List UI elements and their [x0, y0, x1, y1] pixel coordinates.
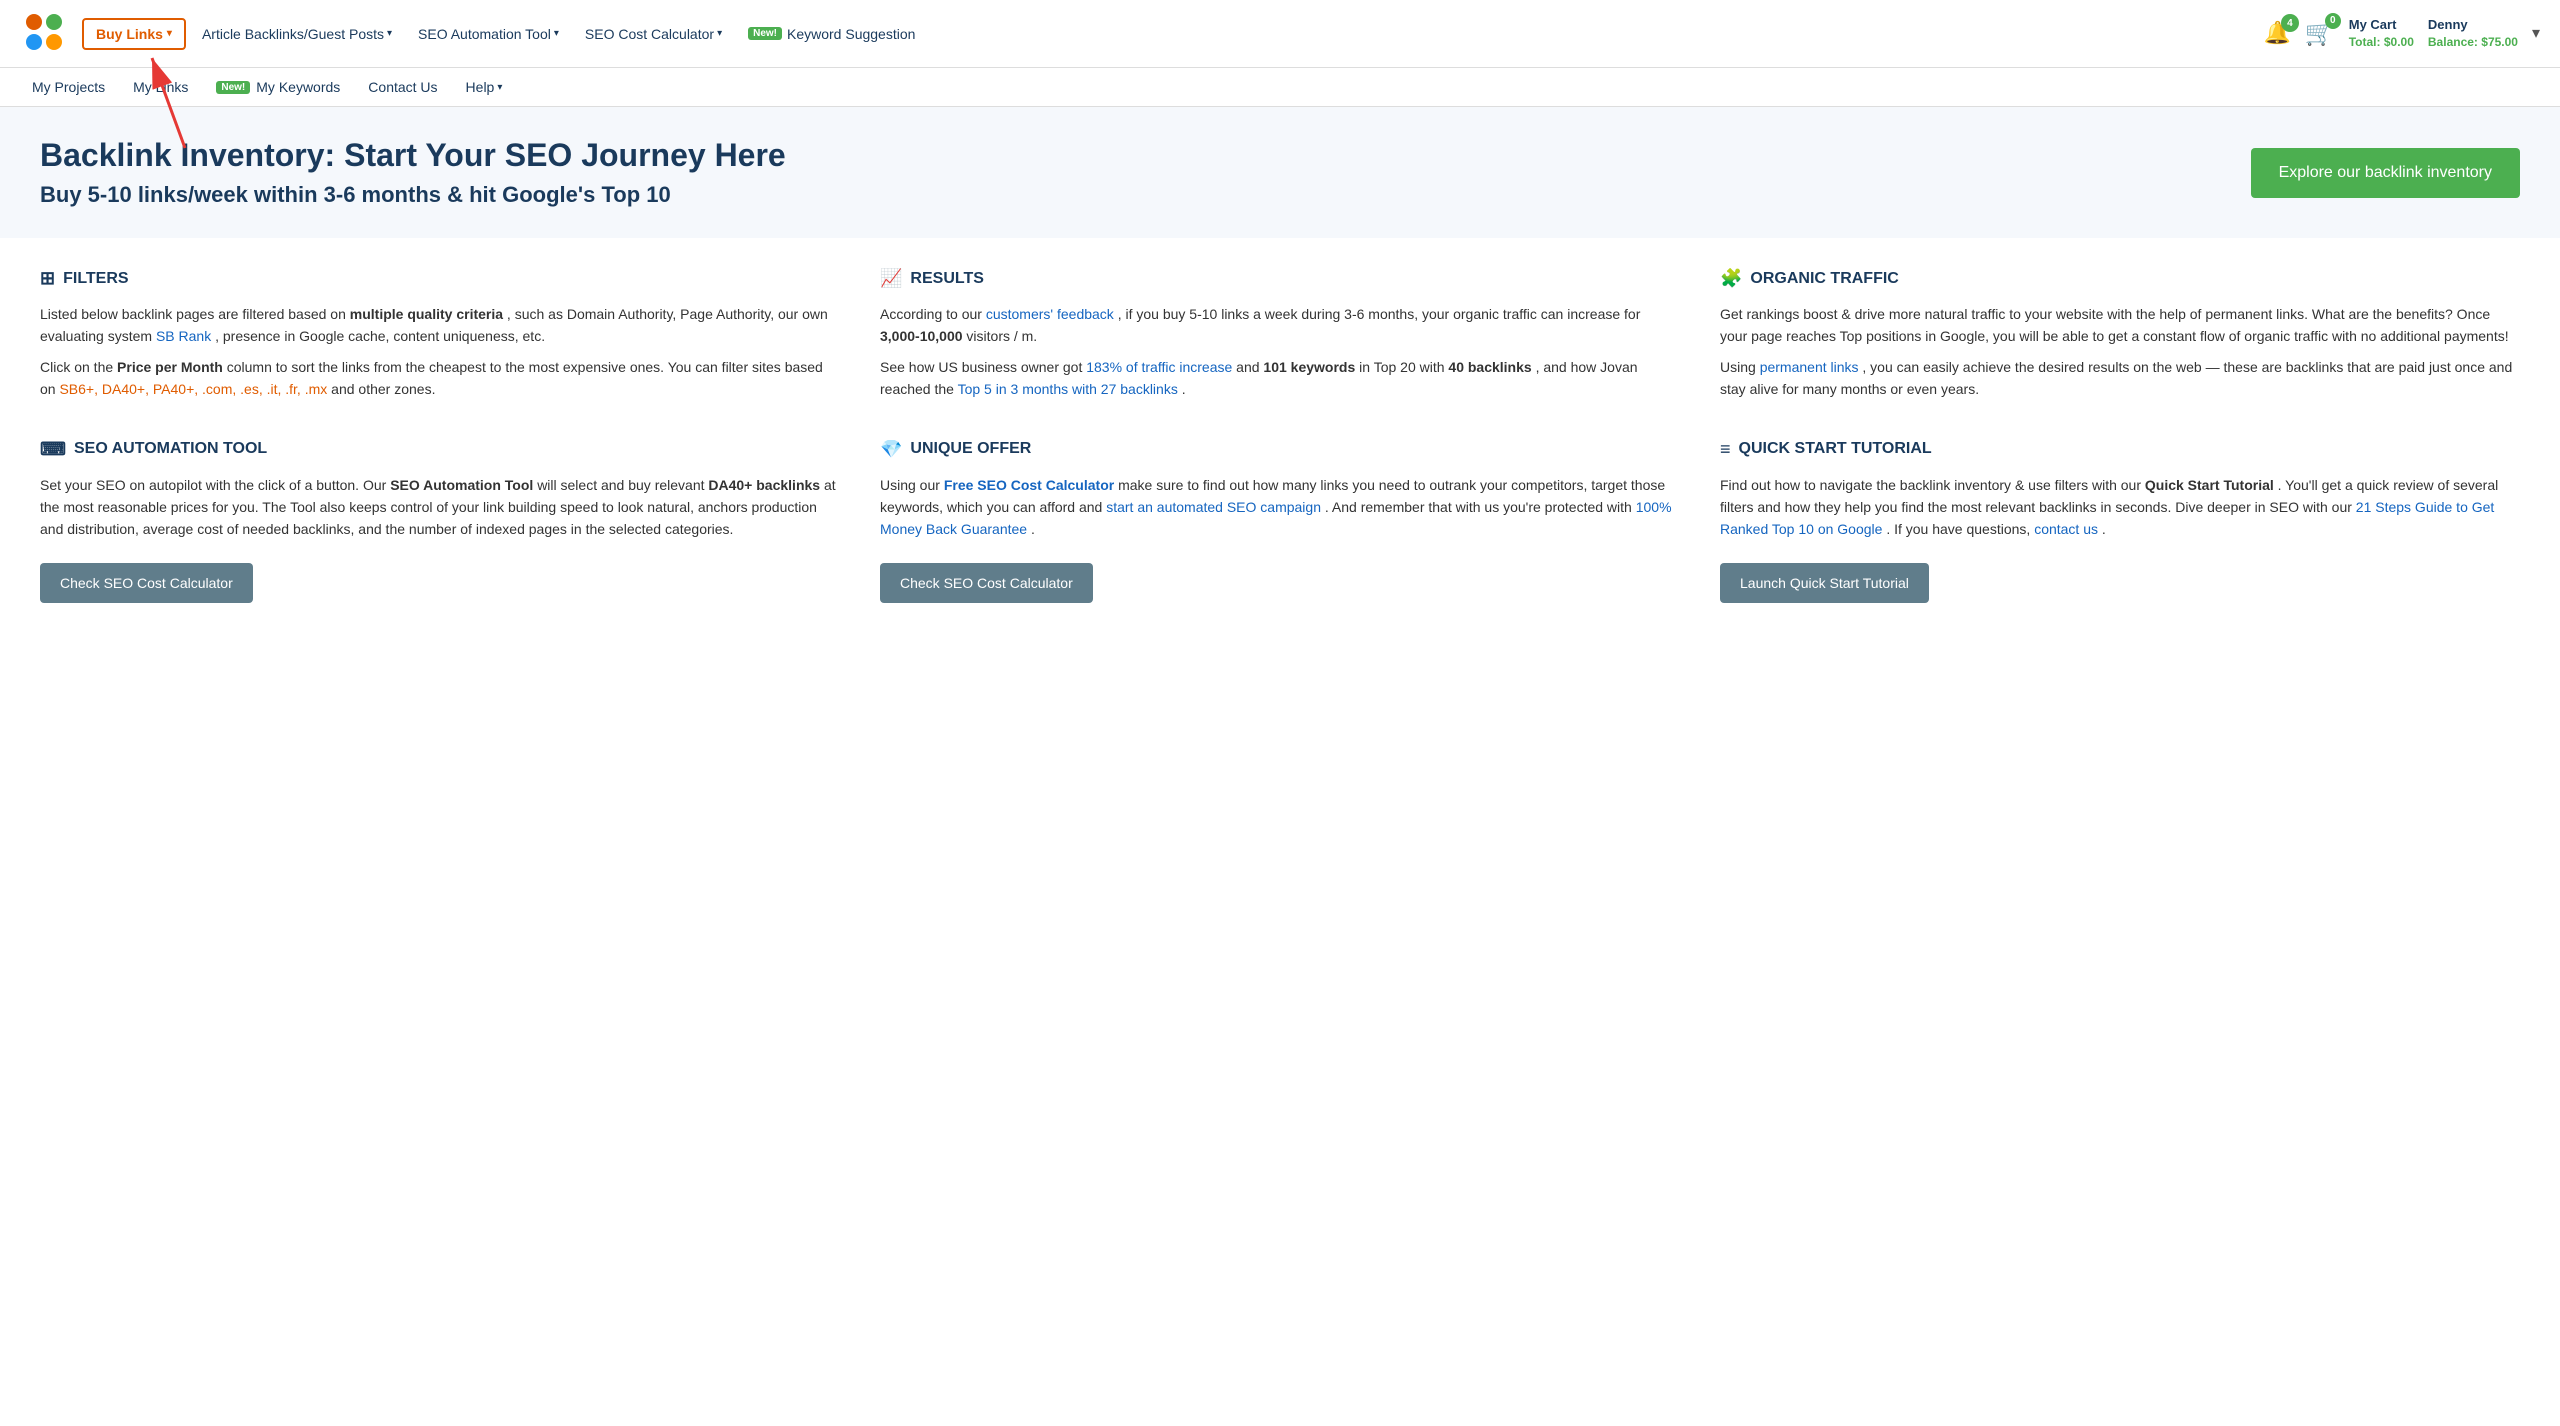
- permanent-links-link[interactable]: permanent links: [1760, 359, 1859, 375]
- balance-value: $75.00: [2481, 35, 2518, 49]
- my-keywords-nav[interactable]: New! My Keywords: [204, 74, 352, 100]
- hero-subtitle: Buy 5-10 links/week within 3-6 months & …: [40, 182, 786, 208]
- help-nav[interactable]: Help ▾: [454, 74, 515, 100]
- notification-bell[interactable]: 🔔 4: [2263, 20, 2290, 46]
- filters-section: ⊞ FILTERS Listed below backlink pages ar…: [40, 268, 840, 409]
- launch-tutorial-button[interactable]: Launch Quick Start Tutorial: [1720, 563, 1929, 603]
- my-projects-nav[interactable]: My Projects: [20, 74, 117, 100]
- main-content: ⊞ FILTERS Listed below backlink pages ar…: [0, 238, 2560, 633]
- top-navigation: Buy Links ▾ Article Backlinks/Guest Post…: [0, 0, 2560, 68]
- filters-icon: ⊞: [40, 268, 55, 289]
- filters-title: ⊞ FILTERS: [40, 268, 840, 289]
- notification-area: 🔔 4 🛒 0 My Cart Total: $0.00 Denny Balan…: [2263, 16, 2540, 51]
- cart-count: 0: [2325, 13, 2341, 29]
- filters-body: Listed below backlink pages are filtered…: [40, 303, 840, 401]
- quick-start-icon: ≡: [1720, 439, 1731, 460]
- article-backlinks-nav[interactable]: Article Backlinks/Guest Posts ▾: [192, 20, 402, 48]
- seo-automation-icon: ⌨: [40, 439, 66, 460]
- quick-start-section: ≡ QUICK START TUTORIAL Find out how to n…: [1720, 439, 2520, 603]
- seo-automation-section: ⌨ SEO AUTOMATION TOOL Set your SEO on au…: [40, 439, 840, 603]
- user-name: Denny: [2428, 16, 2518, 34]
- seo-cost-calculator-nav[interactable]: SEO Cost Calculator ▾: [575, 20, 732, 48]
- seo-automation-title: ⌨ SEO AUTOMATION TOOL: [40, 439, 840, 460]
- results-icon: 📈: [880, 268, 902, 289]
- second-navigation: My Projects My Links New! My Keywords Co…: [0, 68, 2560, 107]
- my-cart-label: My Cart: [2349, 16, 2414, 34]
- unique-offer-icon: 💎: [880, 439, 902, 460]
- results-body: According to our customers' feedback , i…: [880, 303, 1680, 401]
- my-links-nav[interactable]: My Links: [121, 74, 200, 100]
- keyword-suggestion-nav[interactable]: New! Keyword Suggestion: [738, 20, 925, 48]
- cart-icon-wrap[interactable]: 🛒 0: [2305, 19, 2335, 48]
- hero-section: Backlink Inventory: Start Your SEO Journ…: [0, 107, 2560, 238]
- quick-start-body: Find out how to navigate the backlink in…: [1720, 474, 2520, 541]
- features-grid: ⊞ FILTERS Listed below backlink pages ar…: [40, 268, 2520, 603]
- seo-automation-nav[interactable]: SEO Automation Tool ▾: [408, 20, 569, 48]
- contact-us-nav[interactable]: Contact Us: [356, 74, 449, 100]
- customers-feedback-link[interactable]: customers' feedback: [986, 306, 1114, 322]
- hero-title: Backlink Inventory: Start Your SEO Journ…: [40, 137, 786, 174]
- organic-traffic-section: 🧩 ORGANIC TRAFFIC Get rankings boost & d…: [1720, 268, 2520, 409]
- free-calc-link[interactable]: Free SEO Cost Calculator: [944, 477, 1114, 493]
- user-info: Denny Balance: $75.00: [2428, 16, 2518, 51]
- chevron-down-icon: ▾: [167, 28, 172, 39]
- check-seo-cost-button[interactable]: Check SEO Cost Calculator: [40, 563, 253, 603]
- chevron-down-icon: ▾: [554, 28, 559, 39]
- cart-total: Total: $0.00: [2349, 34, 2414, 51]
- new-badge: New!: [748, 27, 782, 40]
- unique-offer-section: 💎 UNIQUE OFFER Using our Free SEO Cost C…: [880, 439, 1680, 603]
- results-section: 📈 RESULTS According to our customers' fe…: [880, 268, 1680, 409]
- user-dropdown-icon[interactable]: ▾: [2532, 23, 2540, 43]
- notification-count: 4: [2281, 14, 2299, 32]
- unique-offer-body: Using our Free SEO Cost Calculator make …: [880, 474, 1680, 541]
- results-title: 📈 RESULTS: [880, 268, 1680, 289]
- organic-traffic-title: 🧩 ORGANIC TRAFFIC: [1720, 268, 2520, 289]
- quick-start-title: ≡ QUICK START TUTORIAL: [1720, 439, 2520, 460]
- organic-traffic-icon: 🧩: [1720, 268, 1742, 289]
- start-campaign-link[interactable]: start an automated SEO campaign: [1106, 499, 1321, 515]
- hero-text: Backlink Inventory: Start Your SEO Journ…: [40, 137, 786, 208]
- organic-traffic-body: Get rankings boost & drive more natural …: [1720, 303, 2520, 401]
- traffic-increase-link[interactable]: 183% of traffic increase: [1086, 359, 1232, 375]
- chevron-down-icon: ▾: [387, 28, 392, 39]
- sb-rank-link[interactable]: SB Rank: [156, 328, 211, 344]
- chevron-down-icon: ▾: [497, 82, 502, 93]
- chevron-down-icon: ▾: [717, 28, 722, 39]
- top5-link[interactable]: Top 5 in 3 months with 27 backlinks: [958, 381, 1178, 397]
- buy-links-button[interactable]: Buy Links ▾: [82, 18, 186, 50]
- contact-us-link[interactable]: contact us: [2034, 521, 2098, 537]
- check-seo-cost-button-2[interactable]: Check SEO Cost Calculator: [880, 563, 1093, 603]
- explore-inventory-button[interactable]: Explore our backlink inventory: [2251, 148, 2520, 198]
- cart-total-value: $0.00: [2384, 35, 2414, 49]
- cart-info: My Cart Total: $0.00: [2349, 16, 2414, 51]
- logo[interactable]: [20, 8, 76, 59]
- seo-automation-body: Set your SEO on autopilot with the click…: [40, 474, 840, 541]
- filter-tags: SB6+, DA40+, PA40+, .com, .es, .it, .fr,…: [59, 381, 327, 397]
- unique-offer-title: 💎 UNIQUE OFFER: [880, 439, 1680, 460]
- new-badge-keywords: New!: [216, 81, 250, 94]
- user-balance: Balance: $75.00: [2428, 34, 2518, 51]
